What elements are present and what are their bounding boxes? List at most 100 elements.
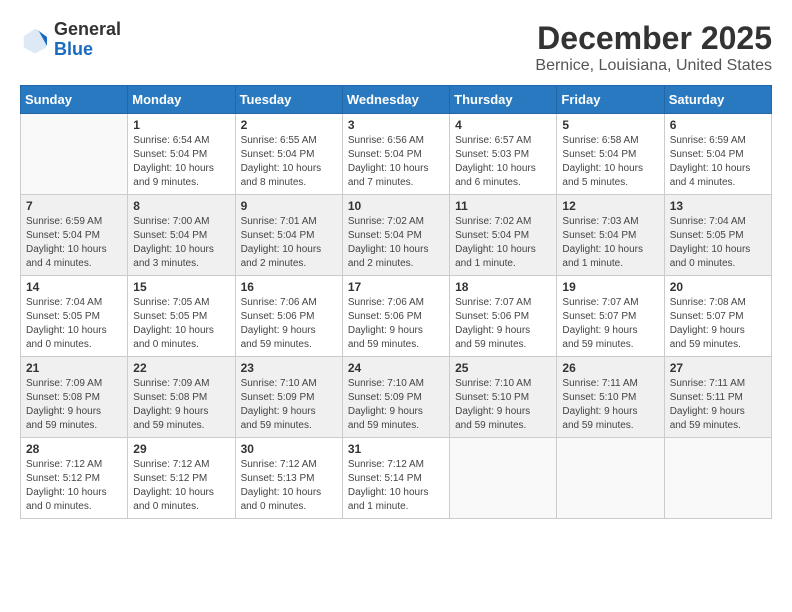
cell-info-text: Sunrise: 7:11 AMSunset: 5:10 PMDaylight:… (562, 377, 658, 433)
cell-date-number: 10 (348, 199, 444, 213)
calendar-cell: 7 Sunrise: 6:59 AMSunset: 5:04 PMDaylight… (21, 195, 128, 276)
calendar-cell: 16Sunrise: 7:06 AMSunset: 5:06 PMDayligh… (235, 276, 342, 357)
calendar-cell: 17 Sunrise: 7:06 AMSunset: 5:06 PMDayligh… (342, 276, 449, 357)
cell-info-text: Sunrise: 7:12 AMSunset: 5:13 PMDaylight:… (241, 458, 337, 514)
calendar-header-day: Wednesday (342, 86, 449, 114)
calendar-cell: 1Sunrise: 6:54 AMSunset: 5:04 PMDaylight… (128, 114, 235, 195)
calendar-cell: 5 Sunrise: 6:58 AMSunset: 5:04 PMDaylight… (557, 114, 664, 195)
cell-date-number: 9 (241, 199, 337, 213)
cell-date-number: 6 (670, 118, 766, 132)
cell-date-number: 22 (133, 361, 229, 375)
cell-info-text: Sunrise: 7:00 AMSunset: 5:04 PMDaylight:… (133, 215, 229, 271)
calendar-cell: 25Sunrise: 7:10 AMSunset: 5:10 PMDayligh… (450, 357, 557, 438)
cell-date-number: 31 (348, 442, 444, 456)
calendar-header-day: Friday (557, 86, 664, 114)
cell-date-number: 12 (562, 199, 658, 213)
cell-info-text: Sunrise: 7:10 AMSunset: 5:09 PMDaylight:… (348, 377, 444, 433)
cell-info-text: Sunrise: 7:03 AMSunset: 5:04 PMDaylight:… (562, 215, 658, 271)
calendar-cell (557, 438, 664, 519)
calendar-cell: 24 Sunrise: 7:10 AMSunset: 5:09 PMDayligh… (342, 357, 449, 438)
calendar-cell: 6 Sunrise: 6:59 AMSunset: 5:04 PMDaylight… (664, 114, 771, 195)
calendar-title: December 2025 (535, 20, 772, 57)
calendar-cell: 9 Sunrise: 7:01 AMSunset: 5:04 PMDaylight… (235, 195, 342, 276)
calendar-cell: 2Sunrise: 6:55 AMSunset: 5:04 PMDaylight… (235, 114, 342, 195)
cell-date-number: 11 (455, 199, 551, 213)
cell-info-text: Sunrise: 7:05 AMSunset: 5:05 PMDaylight:… (133, 296, 229, 352)
cell-date-number: 7 (26, 199, 122, 213)
cell-info-text: Sunrise: 6:59 AMSunset: 5:04 PMDaylight:… (26, 215, 122, 271)
logo-text: General Blue (54, 20, 121, 60)
cell-info-text: Sunrise: 7:09 AMSunset: 5:08 PMDaylight:… (26, 377, 122, 433)
calendar-cell: 28 Sunrise: 7:12 AMSunset: 5:12 PMDayligh… (21, 438, 128, 519)
calendar-header-day: Saturday (664, 86, 771, 114)
cell-info-text: Sunrise: 7:04 AMSunset: 5:05 PMDaylight:… (670, 215, 766, 271)
cell-date-number: 8 (133, 199, 229, 213)
cell-info-text: Sunrise: 6:54 AMSunset: 5:04 PMDaylight:… (133, 134, 229, 190)
cell-info-text: Sunrise: 7:12 AMSunset: 5:12 PMDaylight:… (133, 458, 229, 514)
cell-date-number: 21 (26, 361, 122, 375)
cell-date-number: 17 (348, 280, 444, 294)
cell-date-number: 27 (670, 361, 766, 375)
cell-info-text: Sunrise: 7:11 AMSunset: 5:11 PMDaylight:… (670, 377, 766, 433)
page-header: General Blue December 2025 Bernice, Loui… (20, 20, 772, 75)
cell-info-text: Sunrise: 6:59 AMSunset: 5:04 PMDaylight:… (670, 134, 766, 190)
title-block: December 2025 Bernice, Louisiana, United… (535, 20, 772, 75)
cell-info-text: Sunrise: 7:01 AMSunset: 5:04 PMDaylight:… (241, 215, 337, 271)
cell-date-number: 5 (562, 118, 658, 132)
calendar-cell: 30 Sunrise: 7:12 AMSunset: 5:13 PMDayligh… (235, 438, 342, 519)
logo: General Blue (20, 20, 121, 60)
calendar-header-day: Tuesday (235, 86, 342, 114)
calendar-cell: 8 Sunrise: 7:00 AMSunset: 5:04 PMDaylight… (128, 195, 235, 276)
cell-info-text: Sunrise: 7:09 AMSunset: 5:08 PMDaylight:… (133, 377, 229, 433)
cell-info-text: Sunrise: 7:06 AMSunset: 5:06 PMDaylight:… (241, 296, 337, 352)
cell-info-text: Sunrise: 7:07 AMSunset: 5:06 PMDaylight:… (455, 296, 551, 352)
cell-info-text: Sunrise: 7:06 AMSunset: 5:06 PMDaylight:… (348, 296, 444, 352)
cell-date-number: 24 (348, 361, 444, 375)
calendar-cell: 18 Sunrise: 7:07 AMSunset: 5:06 PMDayligh… (450, 276, 557, 357)
cell-info-text: Sunrise: 7:10 AMSunset: 5:10 PMDaylight:… (455, 377, 551, 433)
calendar-week-row: 14 Sunrise: 7:04 AMSunset: 5:05 PMDayligh… (21, 276, 772, 357)
calendar-cell: 14 Sunrise: 7:04 AMSunset: 5:05 PMDayligh… (21, 276, 128, 357)
calendar-cell: 15 Sunrise: 7:05 AMSunset: 5:05 PMDayligh… (128, 276, 235, 357)
calendar-header-day: Sunday (21, 86, 128, 114)
calendar-cell: 12 Sunrise: 7:03 AMSunset: 5:04 PMDayligh… (557, 195, 664, 276)
cell-info-text: Sunrise: 6:58 AMSunset: 5:04 PMDaylight:… (562, 134, 658, 190)
cell-info-text: Sunrise: 7:02 AMSunset: 5:04 PMDaylight:… (455, 215, 551, 271)
cell-info-text: Sunrise: 7:12 AMSunset: 5:14 PMDaylight:… (348, 458, 444, 514)
cell-date-number: 26 (562, 361, 658, 375)
cell-date-number: 3 (348, 118, 444, 132)
cell-date-number: 13 (670, 199, 766, 213)
calendar-header-day: Monday (128, 86, 235, 114)
cell-date-number: 30 (241, 442, 337, 456)
cell-date-number: 23 (241, 361, 337, 375)
calendar-cell: 21 Sunrise: 7:09 AMSunset: 5:08 PMDayligh… (21, 357, 128, 438)
cell-date-number: 14 (26, 280, 122, 294)
calendar-cell: 23Sunrise: 7:10 AMSunset: 5:09 PMDayligh… (235, 357, 342, 438)
calendar-header-day: Thursday (450, 86, 557, 114)
cell-info-text: Sunrise: 7:12 AMSunset: 5:12 PMDaylight:… (26, 458, 122, 514)
calendar-subtitle: Bernice, Louisiana, United States (535, 57, 772, 75)
calendar-cell: 20Sunrise: 7:08 AMSunset: 5:07 PMDayligh… (664, 276, 771, 357)
cell-date-number: 19 (562, 280, 658, 294)
logo-icon (20, 25, 50, 55)
cell-info-text: Sunrise: 6:56 AMSunset: 5:04 PMDaylight:… (348, 134, 444, 190)
calendar-cell: 10Sunrise: 7:02 AMSunset: 5:04 PMDayligh… (342, 195, 449, 276)
cell-info-text: Sunrise: 6:57 AMSunset: 5:03 PMDaylight:… (455, 134, 551, 190)
calendar-cell (450, 438, 557, 519)
calendar-cell: 22 Sunrise: 7:09 AMSunset: 5:08 PMDayligh… (128, 357, 235, 438)
cell-info-text: Sunrise: 7:08 AMSunset: 5:07 PMDaylight:… (670, 296, 766, 352)
calendar-cell: 4 Sunrise: 6:57 AMSunset: 5:03 PMDaylight… (450, 114, 557, 195)
calendar-cell (664, 438, 771, 519)
cell-info-text: Sunrise: 7:04 AMSunset: 5:05 PMDaylight:… (26, 296, 122, 352)
calendar-week-row: 1Sunrise: 6:54 AMSunset: 5:04 PMDaylight… (21, 114, 772, 195)
cell-date-number: 28 (26, 442, 122, 456)
calendar-week-row: 21 Sunrise: 7:09 AMSunset: 5:08 PMDayligh… (21, 357, 772, 438)
cell-date-number: 15 (133, 280, 229, 294)
cell-date-number: 2 (241, 118, 337, 132)
calendar-cell: 19Sunrise: 7:07 AMSunset: 5:07 PMDayligh… (557, 276, 664, 357)
calendar-week-row: 7 Sunrise: 6:59 AMSunset: 5:04 PMDaylight… (21, 195, 772, 276)
cell-date-number: 18 (455, 280, 551, 294)
cell-date-number: 4 (455, 118, 551, 132)
calendar-week-row: 28 Sunrise: 7:12 AMSunset: 5:12 PMDayligh… (21, 438, 772, 519)
calendar-cell: 13 Sunrise: 7:04 AMSunset: 5:05 PMDayligh… (664, 195, 771, 276)
